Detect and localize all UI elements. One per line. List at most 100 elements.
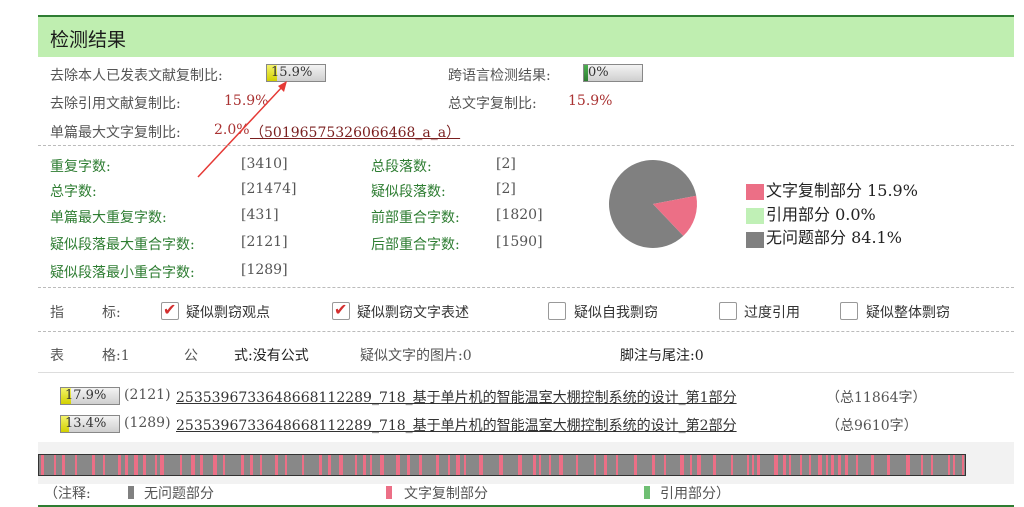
checkbox-label: 过度引用 (744, 305, 800, 321)
copy-strip (871, 455, 874, 475)
stat-label: 总段落数: (371, 159, 432, 175)
copy-strip (948, 455, 950, 475)
distribution-strips (41, 455, 964, 475)
copy-strip (92, 455, 95, 475)
note-swatch-ok (128, 486, 134, 499)
stat-value: [431] (241, 207, 279, 223)
detection-result-panel: 检测结果 去除本人已发表文献复制比: 15.9% 跨语言检测结果: 0% 去除引… (38, 15, 1014, 507)
checkbox-label: 疑似整体剽窃 (866, 305, 950, 321)
copy-strip (241, 455, 244, 475)
source-similarity-value: 17.9% (65, 388, 107, 403)
single-max-label: 单篇最大文字复制比: (50, 125, 181, 141)
copy-strip (155, 455, 157, 475)
copy-strip (75, 455, 77, 475)
note-copy-label: 文字复制部分 (404, 486, 488, 502)
copy-strip (831, 455, 834, 475)
legend-swatch-copy (746, 184, 764, 200)
copy-strip (838, 455, 841, 475)
tables-label-a: 表 (50, 348, 64, 364)
copy-strip (143, 455, 146, 475)
copy-strip (826, 455, 828, 475)
copy-strip (518, 455, 522, 475)
copy-strip (118, 455, 121, 475)
legend-swatch-ok (746, 232, 764, 248)
total-copy-label: 总文字复制比: (448, 96, 537, 112)
note-swatch-reference (644, 486, 650, 499)
legend-label-copy: 文字复制部分 15.9% (766, 181, 918, 200)
stat-label: 疑似段落数: (371, 184, 446, 200)
note-swatch-copy (386, 486, 392, 499)
source-title-link[interactable]: 2535396733648668112289_718_基于单片机的智能温室大棚控… (176, 387, 737, 407)
copy-strip (499, 455, 503, 475)
tables-count: 格:1 (102, 348, 130, 364)
checkbox-plagiarized-wording[interactable] (332, 300, 350, 320)
cross-lang-meter: 0% (583, 64, 643, 82)
checkbox-self-plagiarism[interactable] (548, 302, 566, 320)
copy-strip (697, 455, 701, 475)
source-similarity-value: 13.4% (65, 416, 107, 431)
source-total-words: （总11864字） (826, 390, 927, 406)
copy-strip (191, 455, 195, 475)
source-total-words: （总9610字） (826, 418, 918, 434)
copy-strip (856, 455, 858, 475)
copy-strip (456, 455, 460, 475)
source-similarity-meter: 13.4% (60, 415, 120, 433)
legend-note-prefix: （注释: (44, 486, 91, 502)
copy-strip (275, 455, 278, 475)
divider (38, 287, 1014, 288)
text-images-count: 疑似文字的图片:0 (360, 348, 472, 364)
copy-strip (134, 455, 138, 475)
source-title-link[interactable]: 2535396733648668112289_718_基于单片机的智能温室大棚控… (176, 415, 737, 435)
copy-strip (652, 455, 655, 475)
divider (38, 372, 1014, 373)
copy-strip (419, 455, 422, 475)
copy-strip (680, 455, 684, 475)
formula-label-a: 公 (184, 348, 198, 364)
copy-strip (328, 455, 331, 475)
similarity-distribution-bar (38, 454, 966, 476)
stat-value: [21474] (241, 181, 297, 197)
total-copy-value: 15.9% (568, 93, 613, 109)
copy-strip (355, 455, 357, 475)
copy-strip (906, 455, 910, 475)
copy-strip (604, 455, 607, 475)
copy-strip (921, 455, 923, 475)
copy-strip (800, 455, 802, 475)
checkbox-over-citation[interactable] (719, 302, 737, 320)
checkbox-label: 疑似剽窃文字表述 (357, 305, 469, 321)
copy-strip (250, 455, 253, 475)
copy-strip (302, 455, 304, 475)
checkbox-plagiarized-ideas[interactable] (161, 300, 179, 320)
copy-strip (533, 455, 536, 475)
copy-strip (962, 455, 964, 475)
checkbox-whole-plagiarism[interactable] (840, 302, 858, 320)
copy-strip (62, 455, 65, 475)
copy-strip (125, 455, 128, 475)
note-reference-label: 引用部分） (660, 486, 730, 502)
copy-strip (931, 455, 933, 475)
stat-label: 前部重合字数: (371, 210, 460, 226)
stat-value: [2] (496, 156, 516, 172)
checkbox-label: 疑似自我剽窃 (574, 305, 658, 321)
stat-label: 疑似段落最大重合字数: (50, 237, 195, 253)
indicator-label-b: 标: (102, 305, 121, 321)
stat-value: [2] (496, 181, 516, 197)
copy-strip (380, 455, 384, 475)
copy-strip (818, 455, 822, 475)
stat-value: [3410] (241, 156, 288, 172)
copy-strip (363, 455, 366, 475)
copy-strip (103, 455, 105, 475)
copy-strip (180, 455, 182, 475)
stat-value: [2121] (241, 234, 288, 250)
stat-label: 重复字数: (50, 159, 111, 175)
cross-lang-value: 0% (588, 65, 609, 80)
copy-strip (160, 455, 164, 475)
copy-strip (479, 455, 483, 475)
copy-strip (616, 455, 618, 475)
copy-strip (774, 455, 778, 475)
copy-strip (436, 455, 439, 475)
copy-strip (783, 455, 786, 475)
copy-strip (396, 455, 400, 475)
copy-strip (690, 455, 692, 475)
stat-label: 总字数: (50, 184, 97, 200)
